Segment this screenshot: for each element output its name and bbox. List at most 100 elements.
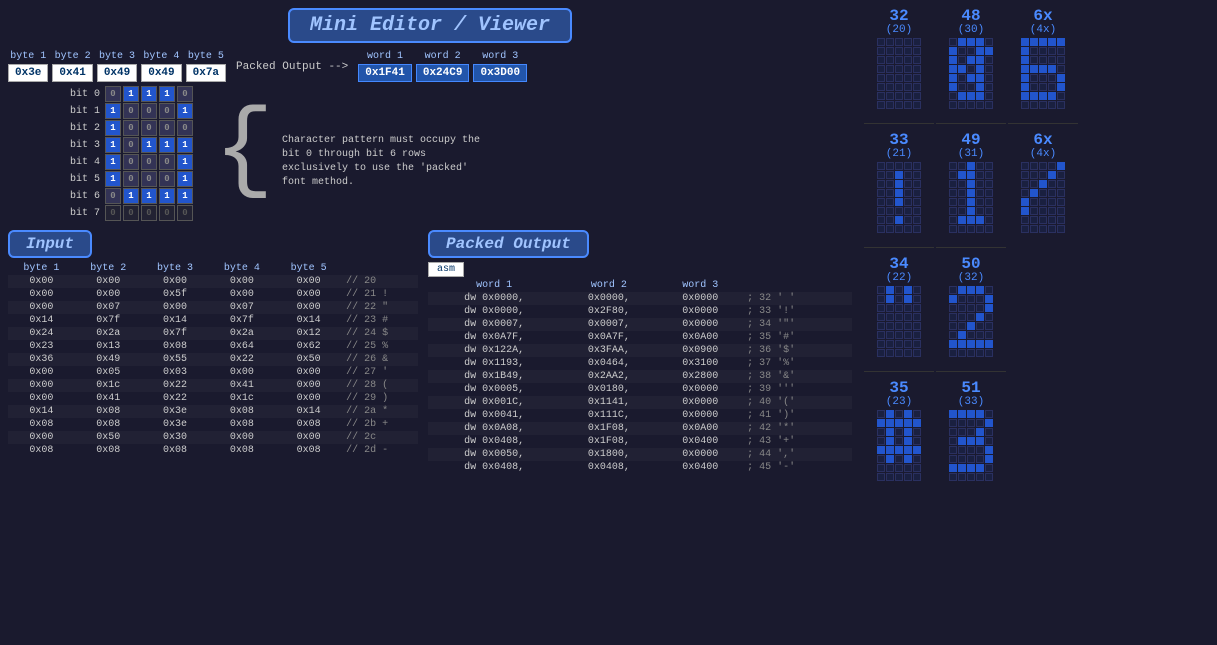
px-0-1-6-4 [913,216,921,224]
bit-cell-7-3[interactable]: 0 [159,205,175,221]
asm-tab[interactable]: asm [428,262,464,277]
px-1-3-4-3 [976,446,984,454]
px-0-1-5-2 [895,207,903,215]
input-table: byte 1 byte 2 byte 3 byte 4 byte 5 0x000… [8,262,418,457]
bit-cell-1-2[interactable]: 0 [141,103,157,119]
px-2-0-7-2 [1039,101,1047,109]
px-0-3-1-3 [904,419,912,427]
output-cell-9-1: 0x111C, [560,409,657,422]
bit-cell-2-2[interactable]: 0 [141,120,157,136]
output-cell-6-1: 0x2AA2, [560,370,657,383]
bit-cell-7-1[interactable]: 0 [123,205,139,221]
px-2-1-7-4 [1057,225,1065,233]
px-1-2-2-0 [949,304,957,312]
input-cell-8-3: 0x41 [208,379,275,392]
bit-cell-1-4[interactable]: 1 [177,103,193,119]
input-cell-12-3: 0x00 [208,431,275,444]
bottom-split: Input byte 1 byte 2 byte 3 byte 4 byte 5 [8,230,852,637]
bit-cell-1-1[interactable]: 0 [123,103,139,119]
px-0-3-6-4 [913,464,921,472]
byte-col-4: byte 4 0x49 [141,51,181,82]
px-1-2-7-4 [985,349,993,357]
px-1-0-1-2 [967,47,975,55]
bit-cell-2-4[interactable]: 0 [177,120,193,136]
px-1-3-5-2 [967,455,975,463]
input-cell-3-0: 0x14 [8,314,75,327]
px-1-2-5-1 [958,331,966,339]
input-cell-5-2: 0x08 [142,340,209,353]
px-1-0-5-1 [958,83,966,91]
bit-cell-4-2[interactable]: 0 [141,154,157,170]
px-0-2-3-0 [877,313,885,321]
px-0-2-6-4 [913,340,921,348]
input-col-header-comment [342,262,418,275]
bit-cell-4-1[interactable]: 0 [123,154,139,170]
bit-cell-4-0[interactable]: 1 [105,154,121,170]
bit-cell-5-4[interactable]: 1 [177,171,193,187]
px-1-3-6-2 [967,464,975,472]
output-cell-8-0: dw 0x001C, [428,396,560,409]
output-header: Packed Output [428,230,852,258]
bit-cell-6-1[interactable]: 1 [123,188,139,204]
px-1-0-1-4 [985,47,993,55]
top-bytes-section: byte 1 0x3e byte 2 0x41 byte 3 0x49 byte… [8,51,852,82]
px-2-0-0-0 [1021,38,1029,46]
px-1-1-5-0 [949,207,957,215]
output-cell-4-0: dw 0x122A, [428,344,560,357]
bit-cell-4-4[interactable]: 1 [177,154,193,170]
bit-cell-7-0[interactable]: 0 [105,205,121,221]
bit-cell-3-1[interactable]: 0 [123,137,139,153]
px-0-0-5-0 [877,83,885,91]
bit-cell-4-3[interactable]: 0 [159,154,175,170]
char-block-2-0: 6x(4x) [1021,8,1065,115]
bit-cell-6-4[interactable]: 1 [177,188,193,204]
bit-cell-3-0[interactable]: 1 [105,137,121,153]
bit-cell-5-0[interactable]: 1 [105,171,121,187]
input-col-header-4: byte 4 [208,262,275,275]
px-1-1-6-0 [949,216,957,224]
pixel-grid-2-0 [1021,38,1065,109]
char-block-0-3: 35(23) [877,380,921,481]
bit-cell-0-4[interactable]: 0 [177,86,193,102]
char-ascii-1-3: (33) [958,396,984,408]
px-0-1-1-4 [913,171,921,179]
input-cell-4-1: 0x2a [75,327,142,340]
px-1-1-1-1 [958,171,966,179]
bit-cell-5-1[interactable]: 0 [123,171,139,187]
bit-cell-7-4[interactable]: 0 [177,205,193,221]
bit-cell-3-3[interactable]: 1 [159,137,175,153]
px-1-3-7-3 [976,473,984,481]
bit-cell-7-2[interactable]: 0 [141,205,157,221]
bit-cell-0-1[interactable]: 1 [123,86,139,102]
bit-cell-5-2[interactable]: 0 [141,171,157,187]
output-col-header-1: word 1 [428,279,560,292]
bit-cell-6-2[interactable]: 1 [141,188,157,204]
px-2-1-5-4 [1057,207,1065,215]
bit-cell-0-0[interactable]: 0 [105,86,121,102]
bit-cell-3-4[interactable]: 1 [177,137,193,153]
bit-cell-3-2[interactable]: 1 [141,137,157,153]
bit-cell-6-3[interactable]: 1 [159,188,175,204]
output-cell-12-0: dw 0x0050, [428,448,560,461]
bit-cell-5-3[interactable]: 0 [159,171,175,187]
bit-cell-0-2[interactable]: 1 [141,86,157,102]
bit-cell-6-0[interactable]: 0 [105,188,121,204]
bit-cell-0-3[interactable]: 1 [159,86,175,102]
px-1-0-7-4 [985,101,993,109]
px-2-0-4-3 [1048,74,1056,82]
bit-cell-2-3[interactable]: 0 [159,120,175,136]
bit-cell-2-1[interactable]: 0 [123,120,139,136]
word-col-3: word 3 0x3D00 [473,51,527,82]
output-cell-11-1: 0x1F08, [560,435,657,448]
px-1-0-6-4 [985,92,993,100]
px-1-3-5-1 [958,455,966,463]
px-2-0-3-1 [1030,65,1038,73]
px-2-1-3-4 [1057,189,1065,197]
input-table-row: 0x230x130x080x640x62// 25 % [8,340,418,353]
bit-cell-1-0[interactable]: 1 [105,103,121,119]
input-table-row: 0x000x410x220x1c0x00// 29 ) [8,392,418,405]
bit-cell-2-0[interactable]: 1 [105,120,121,136]
output-table-row: dw 0x0000,0x2F80,0x0000; 33 '!' [428,305,852,318]
bit-cell-1-3[interactable]: 0 [159,103,175,119]
px-0-1-4-0 [877,198,885,206]
